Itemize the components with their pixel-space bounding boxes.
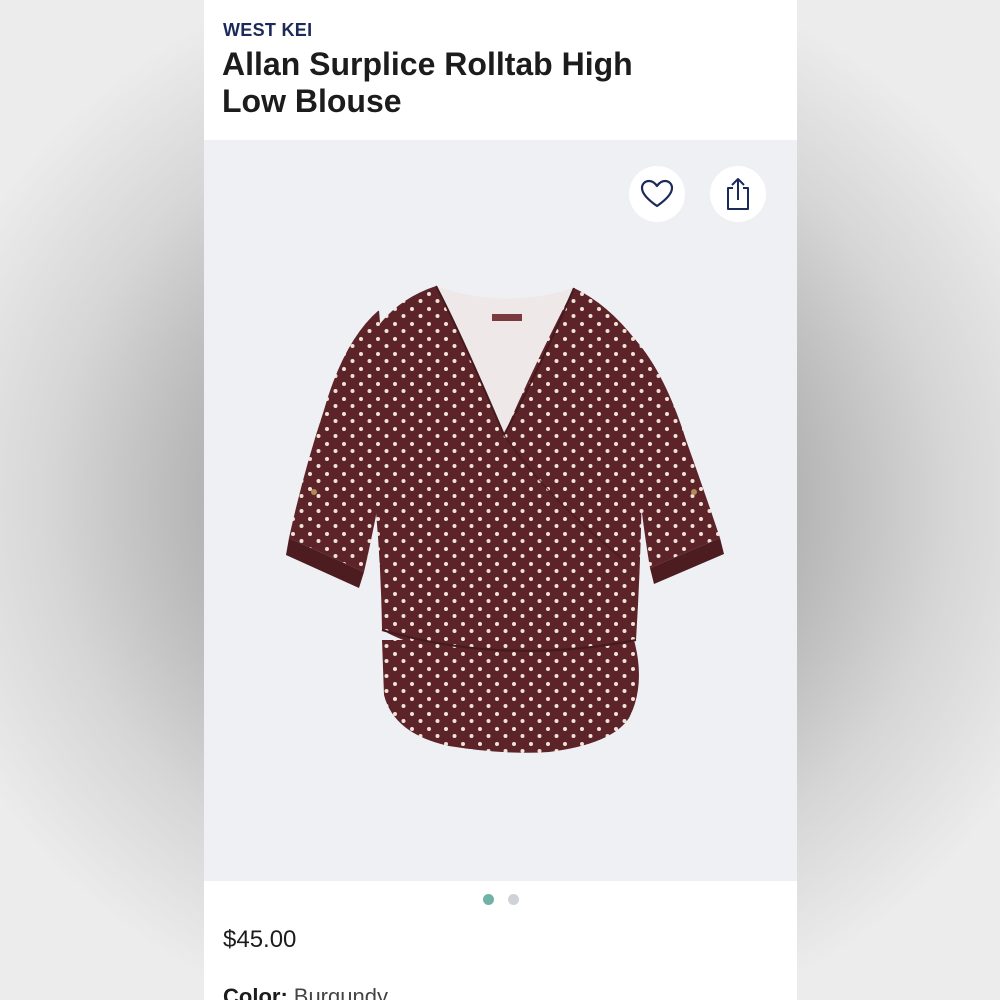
heart-icon: [640, 179, 674, 208]
pagination-dot-active[interactable]: [482, 894, 494, 905]
pagination-dot[interactable]: [507, 894, 519, 905]
share-icon: [727, 178, 749, 210]
blouse-left-sleeve: [289, 310, 385, 572]
blouse-right-tab-button: [691, 489, 697, 495]
gallery-pagination: [204, 894, 797, 906]
product-image[interactable]: [204, 140, 797, 881]
share-button[interactable]: [710, 166, 766, 222]
color-row: Color: Burgundy: [223, 984, 388, 1000]
product-title: Allan Surplice Rolltab High Low Blouse: [222, 46, 633, 119]
brand-name[interactable]: WEST KEI: [223, 20, 312, 41]
product-image-gallery[interactable]: [204, 140, 797, 881]
blouse-label: [492, 314, 522, 321]
blouse-right-sleeve: [632, 336, 720, 568]
product-card: WEST KEI Allan Surplice Rolltab High Low…: [204, 0, 797, 1000]
color-value: Burgundy: [293, 984, 388, 1000]
blouse-left-tab-button: [311, 489, 317, 495]
color-label: Color:: [223, 984, 288, 1000]
product-price: $45.00: [223, 926, 297, 953]
favorite-button[interactable]: [629, 166, 685, 222]
